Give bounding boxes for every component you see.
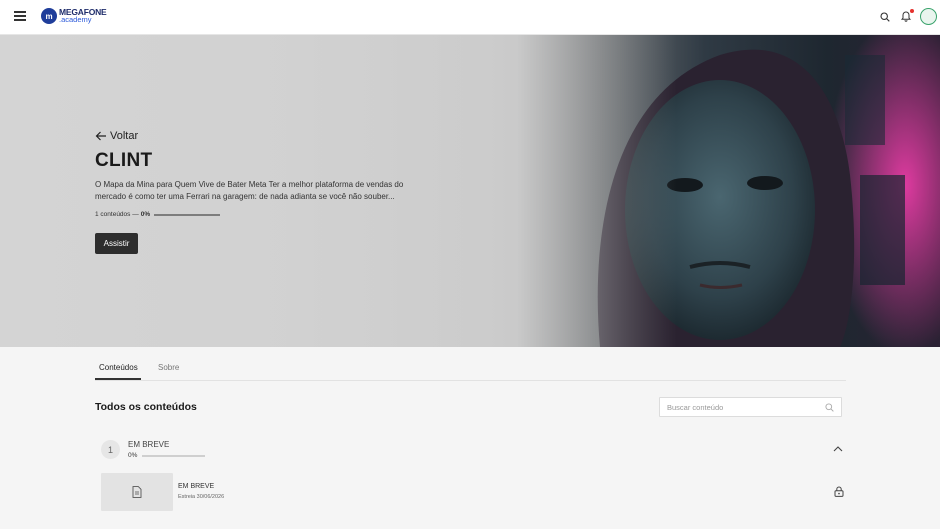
course-description: O Mapa da Mina para Quem Vive de Bater M… xyxy=(95,180,404,201)
course-progress: 1 conteúdos — 0% xyxy=(95,211,221,218)
hero-banner: Voltar CLINT O Mapa da Mina para Quem Vi… xyxy=(0,35,940,347)
document-icon xyxy=(132,486,142,498)
notification-dot xyxy=(910,9,914,13)
logo-line2: .academy xyxy=(59,15,92,24)
tab-bar: Conteúdos Sobre xyxy=(95,347,846,381)
search-icon[interactable] xyxy=(880,12,890,22)
chevron-up-icon[interactable] xyxy=(833,445,843,452)
watch-button[interactable]: Assistir xyxy=(95,233,138,254)
module-title[interactable]: EM BREVE xyxy=(128,440,169,449)
active-tab-indicator xyxy=(95,378,141,380)
lesson-thumbnail xyxy=(101,473,173,511)
lock-icon xyxy=(834,486,844,497)
lesson-item[interactable]: EM BREVE Estreia 30/06/2026 xyxy=(95,470,846,512)
module-number: 1 xyxy=(101,440,120,459)
content-search-input[interactable] xyxy=(667,401,817,413)
course-progress-bar xyxy=(154,213,221,216)
contents-count: 1 conteúdos — xyxy=(95,211,139,218)
search-icon[interactable] xyxy=(825,403,834,412)
course-progress-percent: 0% xyxy=(140,211,151,218)
logo-mark: m xyxy=(41,8,57,24)
lesson-release-date: Estreia 30/06/2026 xyxy=(178,494,225,500)
arrow-left-icon xyxy=(95,131,106,141)
tab-about[interactable]: Sobre xyxy=(158,363,179,372)
tab-contents[interactable]: Conteúdos xyxy=(99,363,138,372)
lesson-title: EM BREVE xyxy=(178,483,215,490)
back-label: Voltar xyxy=(110,130,139,142)
back-link[interactable]: Voltar xyxy=(95,130,138,142)
section-title: Todos os conteúdos xyxy=(95,401,197,413)
module-progress-bar xyxy=(142,454,206,457)
avatar[interactable] xyxy=(920,8,937,25)
module-progress-percent: 0% xyxy=(128,452,138,459)
hamburger-icon[interactable] xyxy=(14,11,26,21)
top-bar: m MEGAFONE .academy xyxy=(0,0,940,35)
module-progress: 0% xyxy=(128,452,206,459)
logo[interactable]: m MEGAFONE .academy xyxy=(41,8,107,24)
content-search xyxy=(659,397,842,417)
course-title: CLINT xyxy=(95,150,153,171)
